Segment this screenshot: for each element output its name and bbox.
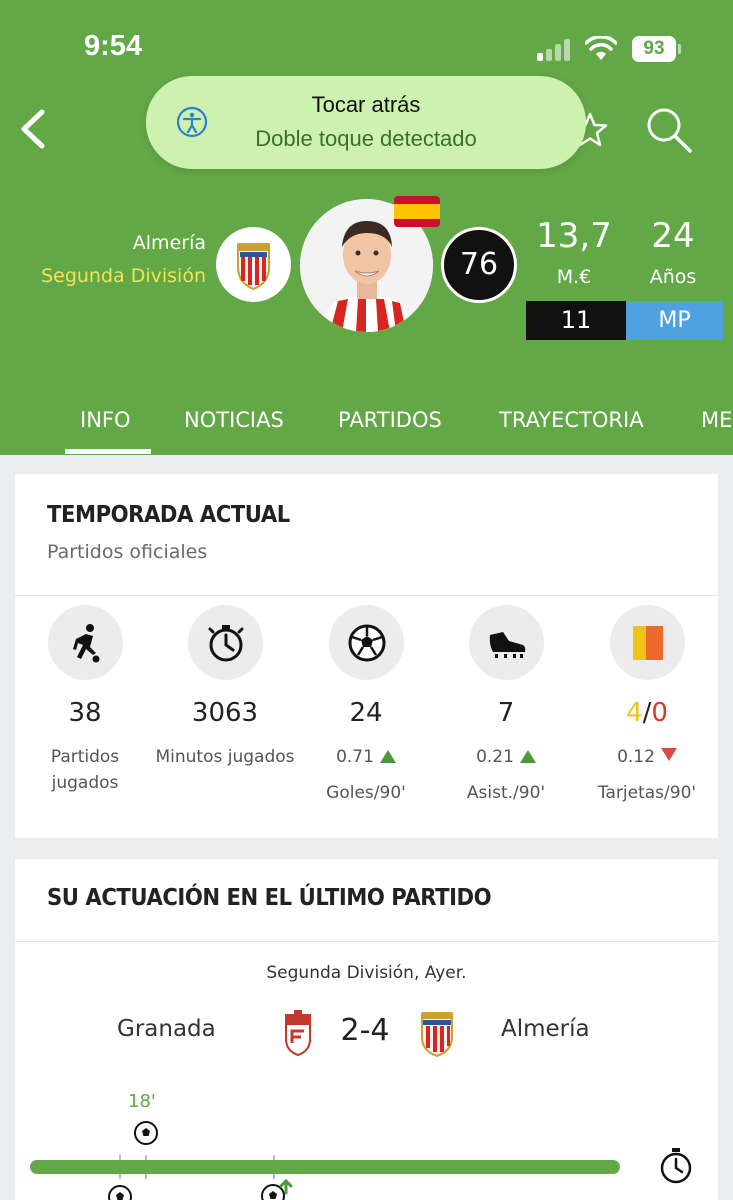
team-name[interactable]: Almería — [133, 232, 206, 254]
player-rating-badge: 76 — [441, 227, 517, 303]
home-team-name[interactable]: Granada — [117, 1016, 216, 1042]
soccer-ball-icon — [134, 1121, 158, 1145]
wifi-icon — [585, 36, 617, 60]
tab-noticias[interactable]: NOTICIAS — [184, 408, 284, 432]
spain-flag-icon — [394, 196, 440, 227]
search-icon — [647, 108, 692, 153]
stat-goals-rate: 0.71 — [296, 747, 436, 767]
back-button[interactable] — [14, 106, 54, 152]
almeria-crest-icon — [237, 243, 270, 291]
battery-nub — [678, 44, 681, 54]
tab-more[interactable]: ME — [701, 408, 732, 432]
battery-indicator: 93 — [632, 36, 676, 62]
toast-title: Tocar atrás — [311, 92, 421, 117]
last-match-card: SU ACTUACIÓN EN EL ÚLTIMO PARTIDO Segund… — [15, 859, 718, 1200]
back-tap-toast: Tocar atrás Doble toque detectado — [146, 76, 586, 169]
stat-matches[interactable]: 38 Partidos jugados — [15, 595, 155, 825]
market-value: 13,7 — [536, 216, 612, 256]
stopwatch-icon — [660, 1148, 692, 1184]
last-match-title: SU ACTUACIÓN EN EL ÚLTIMO PARTIDO — [47, 885, 492, 911]
stat-cards-rate: 0.12 — [577, 747, 717, 767]
tab-partidos[interactable]: PARTIDOS — [338, 408, 442, 432]
goal-assist-icon — [261, 1179, 293, 1200]
chevron-left-icon — [21, 109, 45, 149]
trend-down-icon — [660, 748, 677, 761]
trend-up-icon — [379, 750, 396, 763]
stat-assists-value: 7 — [497, 698, 515, 728]
toast-subtitle: Doble toque detectado — [255, 126, 477, 151]
stat-matches-label-1: Partidos — [50, 747, 120, 767]
red-cards: 0 — [651, 698, 668, 728]
stat-cards-label: Tarjetas/90' — [597, 783, 697, 803]
stat-goals-rate-value: 0.71 — [336, 747, 374, 767]
player-age-unit: Años — [649, 266, 697, 288]
match-meta: Segunda División, Ayer. — [266, 963, 467, 983]
match-timeline-bar — [30, 1160, 620, 1174]
search-button[interactable] — [644, 104, 694, 156]
almeria-crest-icon — [421, 1012, 453, 1057]
stat-goals[interactable]: 24 0.71 Goles/90' — [296, 595, 436, 825]
tab-active-indicator — [65, 449, 151, 454]
stat-assists[interactable]: 7 0.21 Asist./90' — [436, 595, 576, 825]
team-crest[interactable] — [216, 227, 291, 302]
goal-minute-label: 18' — [128, 1091, 156, 1112]
player-age: 24 — [651, 216, 695, 256]
stopwatch-icon — [188, 605, 263, 680]
tab-bar: INFO NOTICIAS PARTIDOS TRAYECTORIA ME — [0, 395, 733, 455]
stat-goals-label: Goles/90' — [326, 783, 406, 803]
granada-crest-icon — [285, 1010, 311, 1057]
match-score[interactable]: 2-4 — [335, 1013, 395, 1048]
stat-assists-rate: 0.21 — [436, 747, 576, 767]
football-boot-icon — [469, 605, 544, 680]
status-time: 9:54 — [84, 30, 143, 62]
stat-minutes-value: 3063 — [191, 698, 259, 728]
stat-assists-label: Asist./90' — [466, 783, 546, 803]
market-value-unit: M.€ — [556, 266, 592, 288]
stat-assists-rate-value: 0.21 — [476, 747, 514, 767]
tab-info[interactable]: INFO — [80, 408, 131, 432]
soccer-ball-icon — [329, 605, 404, 680]
stat-matches-label-2: jugados — [51, 773, 119, 793]
season-stats-card: TEMPORADA ACTUAL Partidos oficiales 38 P… — [15, 474, 718, 838]
stat-cards-rate-value: 0.12 — [617, 747, 655, 767]
cellular-signal-icon — [537, 39, 573, 61]
away-team-name[interactable]: Almería — [501, 1016, 590, 1042]
trend-up-icon — [519, 750, 536, 763]
stat-minutes-label: Minutos jugados — [155, 747, 295, 767]
shirt-number: 11 — [526, 301, 626, 340]
stat-matches-value: 38 — [68, 698, 102, 728]
card-divider — [15, 941, 718, 942]
stat-cards[interactable]: 4/0 0.12 Tarjetas/90' — [577, 595, 717, 825]
player-header: 9:54 93 Almería Segunda División 76 13,7… — [0, 0, 733, 455]
cards-icon — [610, 605, 685, 680]
season-stats-row: 38 Partidos jugados 3063 Minutos jugados — [15, 595, 718, 835]
position-badge: MP — [626, 301, 723, 340]
season-card-title: TEMPORADA ACTUAL — [47, 502, 290, 528]
stat-minutes[interactable]: 3063 Minutos jugados — [155, 595, 295, 825]
accessibility-icon — [176, 106, 208, 138]
stat-cards-value: 4/0 — [577, 698, 717, 728]
player-running-icon — [48, 605, 123, 680]
stat-goals-value: 24 — [349, 698, 383, 728]
tab-trayectoria[interactable]: TRAYECTORIA — [499, 408, 644, 432]
yellow-cards: 4 — [626, 698, 643, 728]
league-name[interactable]: Segunda División — [41, 265, 206, 287]
soccer-ball-icon — [108, 1185, 132, 1200]
season-card-subtitle: Partidos oficiales — [47, 541, 208, 563]
